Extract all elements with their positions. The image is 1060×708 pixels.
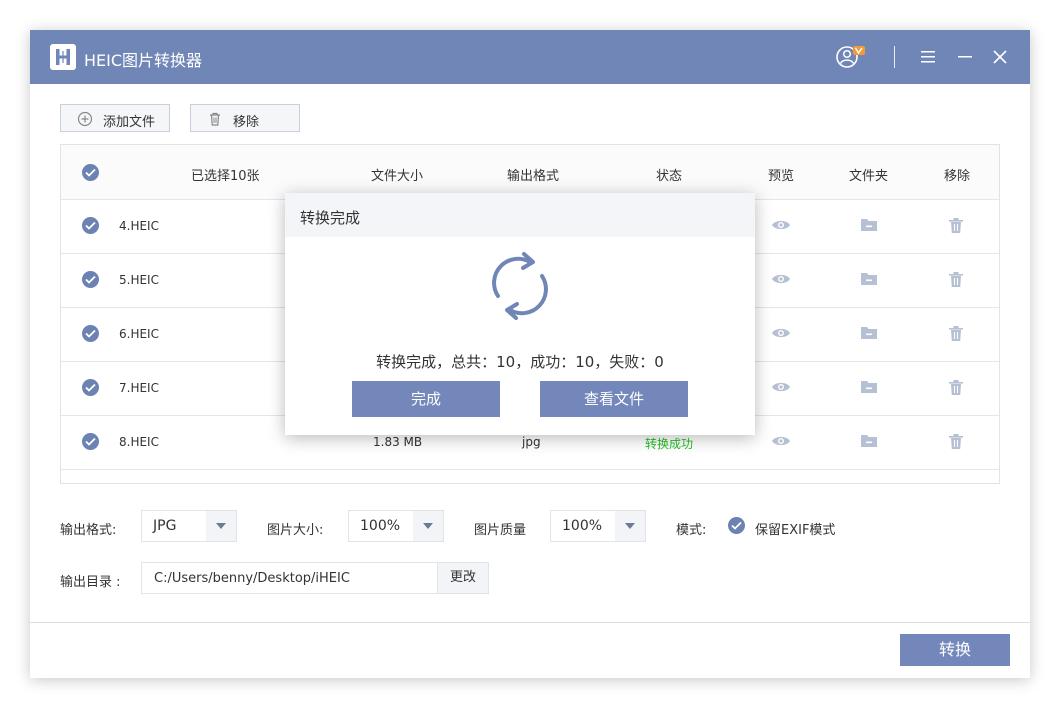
exif-checkbox[interactable] — [728, 517, 745, 534]
title-bar: HEIC图片转换器 — [30, 30, 1030, 84]
remove-label: 移除 — [233, 115, 260, 130]
file-size: 1.83 MB — [373, 435, 423, 449]
view-files-button[interactable]: 查看文件 — [540, 381, 688, 417]
image-size-label: 图片大小: — [267, 523, 324, 538]
folder-icon[interactable] — [860, 217, 878, 236]
add-file-button[interactable]: 添加文件 — [60, 104, 170, 132]
eye-icon[interactable] — [771, 217, 791, 236]
eye-icon[interactable] — [771, 325, 791, 344]
dialog-header: 转换完成 — [285, 193, 755, 237]
eye-icon[interactable] — [771, 379, 791, 398]
trash-icon[interactable] — [948, 379, 964, 400]
table-header: 已选择10张 文件大小 输出格式 状态 预览 文件夹 移除 — [61, 145, 999, 200]
image-quality-select[interactable]: 100% — [550, 510, 646, 542]
trash-icon[interactable] — [948, 271, 964, 292]
trash-icon[interactable] — [948, 433, 964, 454]
output-format-select[interactable]: JPG — [141, 510, 237, 542]
image-size-value: 100% — [360, 518, 401, 534]
header-preview: 预览 — [768, 169, 795, 184]
file-name: 5.HEIC — [119, 273, 159, 287]
plus-circle-icon — [77, 111, 93, 131]
row-checkbox[interactable] — [82, 379, 99, 396]
chevron-down-icon — [413, 511, 443, 541]
file-status: 转换成功 — [645, 437, 694, 451]
close-icon[interactable] — [992, 49, 1018, 75]
row-checkbox[interactable] — [82, 433, 99, 450]
add-file-label: 添加文件 — [103, 115, 156, 130]
done-button[interactable]: 完成 — [352, 381, 500, 417]
sync-icon — [486, 250, 554, 326]
image-quality-value: 100% — [562, 518, 603, 534]
change-dir-button[interactable]: 更改 — [437, 562, 489, 594]
output-dir-value: C:/Users/benny/Desktop/iHEIC — [154, 571, 350, 586]
exif-mode-label: 保留EXIF模式 — [755, 523, 836, 538]
output-format-label: 输出格式: — [60, 523, 117, 538]
row-checkbox[interactable] — [82, 325, 99, 342]
header-status: 状态 — [656, 169, 683, 184]
remove-button[interactable]: 移除 — [190, 104, 300, 132]
folder-icon[interactable] — [860, 433, 878, 452]
app-title: HEIC图片转换器 — [84, 51, 203, 70]
output-dir-label: 输出目录 : — [60, 575, 121, 590]
image-size-select[interactable]: 100% — [348, 510, 444, 542]
output-format-value: JPG — [153, 518, 177, 534]
user-vip-icon[interactable] — [835, 44, 865, 70]
trash-icon[interactable] — [948, 217, 964, 238]
conversion-complete-dialog: 转换完成 转换完成，总共：10，成功：10，失败：0 完成 查看文件 — [285, 193, 755, 435]
folder-icon[interactable] — [860, 325, 878, 344]
header-size: 文件大小 — [371, 169, 424, 184]
folder-icon[interactable] — [860, 271, 878, 290]
header-remove: 移除 — [944, 169, 971, 184]
menu-icon[interactable] — [920, 49, 946, 75]
output-dir-input[interactable]: C:/Users/benny/Desktop/iHEIC — [141, 562, 438, 594]
minimize-icon[interactable] — [957, 49, 983, 75]
file-name: 8.HEIC — [119, 435, 159, 449]
titlebar-separator — [894, 46, 895, 68]
file-name: 6.HEIC — [119, 327, 159, 341]
header-selected-count: 已选择10张 — [191, 169, 260, 184]
dialog-message: 转换完成，总共：10，成功：10，失败：0 — [376, 353, 664, 371]
convert-button[interactable]: 转换 — [900, 634, 1010, 666]
footer-divider — [30, 622, 1030, 623]
trash-icon — [207, 111, 223, 131]
trash-icon[interactable] — [948, 325, 964, 346]
select-all-checkbox[interactable] — [82, 164, 99, 181]
folder-icon[interactable] — [860, 379, 878, 398]
row-checkbox[interactable] — [82, 217, 99, 234]
eye-icon[interactable] — [771, 433, 791, 452]
header-format: 输出格式 — [507, 169, 560, 184]
dialog-title: 转换完成 — [300, 209, 361, 227]
header-folder: 文件夹 — [849, 169, 889, 184]
file-name: 4.HEIC — [119, 219, 159, 233]
mode-label: 模式: — [676, 523, 707, 538]
chevron-down-icon — [206, 511, 236, 541]
row-checkbox[interactable] — [82, 271, 99, 288]
eye-icon[interactable] — [771, 271, 791, 290]
file-name: 7.HEIC — [119, 381, 159, 395]
file-format: jpg — [522, 435, 541, 449]
chevron-down-icon — [615, 511, 645, 541]
image-quality-label: 图片质量 — [474, 523, 527, 538]
heic-logo-icon — [50, 44, 76, 70]
